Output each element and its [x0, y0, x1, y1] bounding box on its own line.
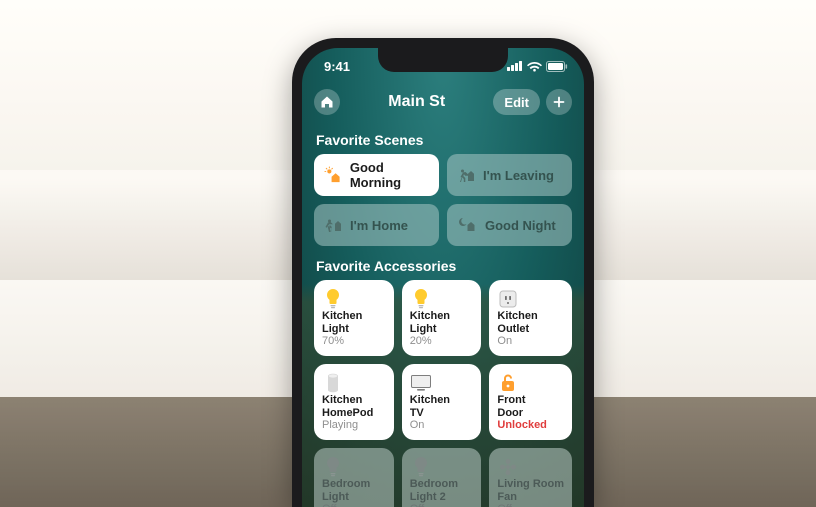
accessory-front-door[interactable]: FrontDoorUnlocked	[489, 364, 572, 440]
edit-button[interactable]: Edit	[493, 89, 540, 115]
house-icon	[320, 95, 334, 109]
wifi-icon	[527, 61, 542, 72]
add-button[interactable]	[546, 89, 572, 115]
home-icon-button[interactable]	[314, 89, 340, 115]
person-leaving-icon	[457, 167, 475, 183]
scene-im-leaving[interactable]: I'm Leaving	[447, 154, 572, 196]
scene-good-night[interactable]: Good Night	[447, 204, 572, 246]
person-home-icon	[324, 217, 342, 233]
page-title: Main St	[388, 93, 445, 111]
accessory-kitchen-tv[interactable]: KitchenTVOn	[402, 364, 482, 440]
accessory-kitchen-homepod[interactable]: KitchenHomePodPlaying	[314, 364, 394, 440]
scene-good-morning[interactable]: Good Morning	[314, 154, 439, 196]
accessory-living-room-fan[interactable]: Living RoomFanOff	[489, 448, 572, 507]
scenes-header: Favorite Scenes	[302, 120, 584, 154]
unlock-icon	[499, 373, 517, 393]
accessory-bedroom-light[interactable]: BedroomLightOff	[314, 448, 394, 507]
signal-icon	[507, 61, 523, 71]
phone-screen: 9:41 Main St Edit	[302, 48, 584, 507]
fan-icon	[498, 457, 518, 477]
battery-icon	[546, 61, 568, 72]
phone-notch	[378, 48, 508, 72]
nav-bar: Main St Edit	[302, 84, 584, 120]
lightbulb-icon	[324, 456, 342, 478]
lightbulb-icon	[412, 288, 430, 310]
tv-icon	[410, 374, 432, 392]
accessory-kitchen-light[interactable]: KitchenLight70%	[314, 280, 394, 356]
accessory-bedroom-light-2[interactable]: BedroomLight 2Off	[402, 448, 482, 507]
homepod-icon	[324, 373, 342, 393]
sunrise-house-icon	[324, 166, 342, 184]
status-time: 9:41	[324, 59, 350, 74]
accessory-kitchen-outlet[interactable]: KitchenOutletOn	[489, 280, 572, 356]
plus-icon	[553, 96, 565, 108]
moon-house-icon	[457, 217, 477, 233]
lightbulb-icon	[324, 288, 342, 310]
outlet-icon	[498, 289, 518, 309]
accessory-kitchen-light-2[interactable]: KitchenLight20%	[402, 280, 482, 356]
phone-frame: 9:41 Main St Edit	[292, 38, 594, 507]
accessories-header: Favorite Accessories	[302, 246, 584, 280]
lightbulb-icon	[412, 456, 430, 478]
scene-im-home[interactable]: I'm Home	[314, 204, 439, 246]
